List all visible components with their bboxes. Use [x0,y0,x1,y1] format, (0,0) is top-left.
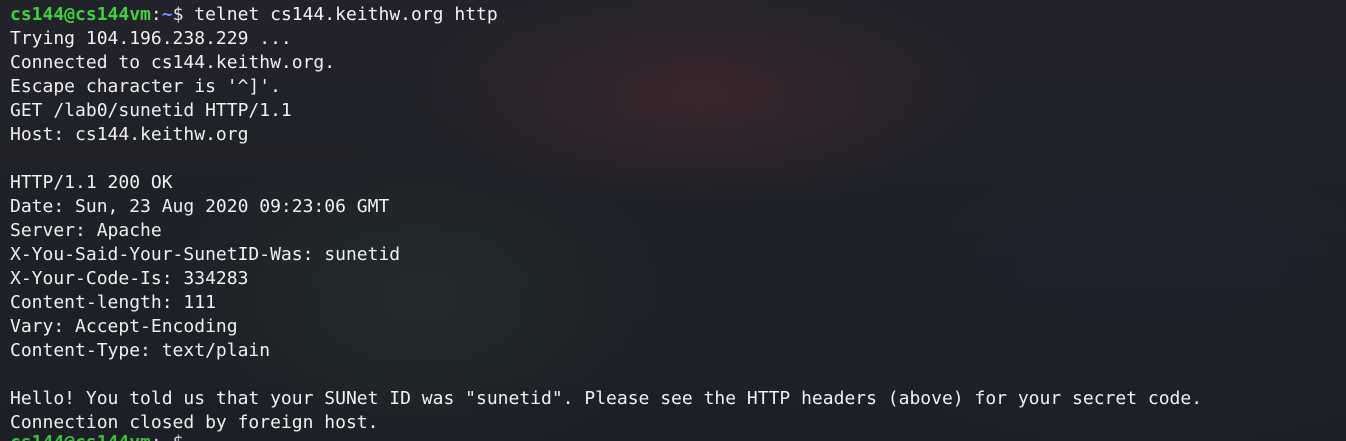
output-line: X-You-Said-Your-SunetID-Was: sunetid [10,244,401,265]
prompt-separator: : [150,4,162,25]
command-line: cs144@cs144vm:~$ telnet cs144.keithw.org… [10,3,1346,27]
next-prompt-symbol: $ [173,432,184,441]
prompt-symbol: $ [172,4,195,25]
output-line: Server: Apache [10,220,162,241]
output-line: Vary: Accept-Encoding [10,316,238,337]
output-line: Connected to cs144.keithw.org. [10,52,336,73]
next-prompt-separator: : [151,432,162,441]
output-line: GET /lab0/sunetid HTTP/1.1 [10,100,292,121]
output-line-blank [10,147,1346,171]
output-line: Connection closed by foreign host. [10,412,379,433]
terminal-screen: cs144@cs144vm:~$ telnet cs144.keithw.org… [10,3,1346,435]
output-line: HTTP/1.1 200 OK [10,172,173,193]
next-prompt-line: cs144@cs144vm:~$ [10,431,183,441]
output-line: Hello! You told us that your SUNet ID wa… [10,388,1203,409]
prompt-path: ~ [161,4,173,25]
output-line: Content-Type: text/plain [10,340,271,361]
output-line: Content-length: 111 [10,292,216,313]
output-line: Escape character is '^]'. [10,76,281,97]
output-line: Trying 104.196.238.229 ... [10,28,292,49]
next-prompt-path: ~ [162,432,173,441]
output-line: X-Your-Code-Is: 334283 [10,268,249,289]
output-line: Host: cs144.keithw.org [10,124,249,145]
terminal-window[interactable]: cs144@cs144vm:~$ telnet cs144.keithw.org… [0,0,1346,441]
output-line: Date: Sun, 23 Aug 2020 09:23:06 GMT [10,196,390,217]
output-line-blank [10,363,1346,387]
next-prompt-user-host: cs144@cs144vm [10,432,151,441]
command-text: telnet cs144.keithw.org http [194,4,498,25]
prompt-user-host: cs144@cs144vm [10,4,151,25]
